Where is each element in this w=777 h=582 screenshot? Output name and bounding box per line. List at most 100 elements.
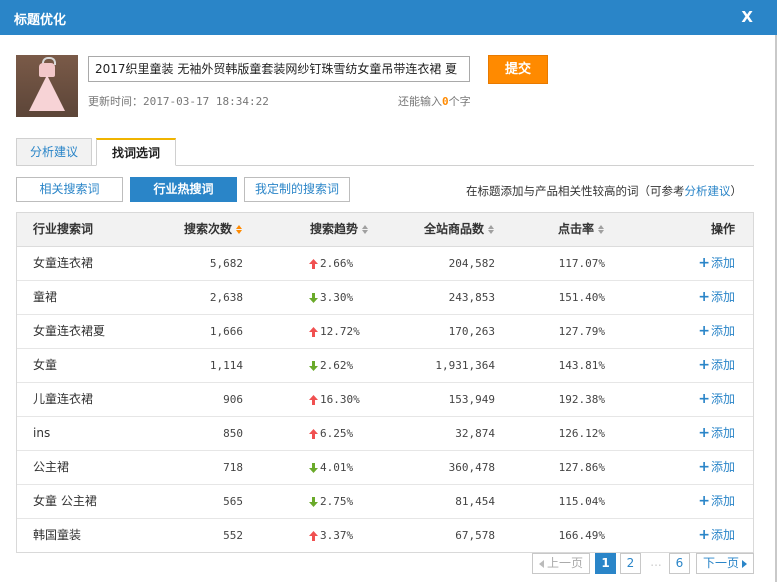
table-body: 女童连衣裙 5,682 2.66% 204,582 117.07% +添加 童裙 2,638 3… <box>17 247 753 552</box>
items-cell: 170,263 <box>448 325 495 338</box>
ctr-cell: 151.40% <box>558 291 605 304</box>
add-keyword-button[interactable]: +添加 <box>698 451 735 484</box>
trend-cell: 6.25% <box>309 417 353 450</box>
hint-text: 在标题添加与产品相关性较高的词（可参考分析建议） <box>466 184 742 198</box>
add-keyword-button[interactable]: +添加 <box>698 485 735 518</box>
update-time: 更新时间：2017-03-17 18:34:22 <box>88 95 269 108</box>
table-header: 行业搜索词 搜索次数 搜索趋势 全站商品数 点击率 操作 <box>17 213 753 247</box>
items-cell: 81,454 <box>455 495 495 508</box>
arrow-up-icon <box>309 528 320 542</box>
ctr-cell: 117.07% <box>558 257 605 270</box>
search-count-cell: 718 <box>223 461 243 474</box>
arrow-down-icon <box>309 494 320 508</box>
table-row: 女童连衣裙 5,682 2.66% 204,582 117.07% +添加 <box>17 247 753 281</box>
search-count-cell: 5,682 <box>209 257 243 270</box>
header-search-count[interactable]: 搜索次数 <box>184 213 243 246</box>
sort-icon[interactable] <box>488 225 495 234</box>
tab-keyword-select[interactable]: 找词选词 <box>96 138 176 166</box>
keyword-cell: 公主裙 <box>33 460 70 474</box>
subtab-industry-hot[interactable]: 行业热搜词 <box>130 177 237 202</box>
add-keyword-button[interactable]: +添加 <box>698 247 735 280</box>
search-count-cell: 1,666 <box>209 325 243 338</box>
plus-icon: + <box>698 425 710 441</box>
trend-cell: 16.30% <box>309 383 360 416</box>
arrow-up-icon <box>309 256 320 270</box>
items-cell: 153,949 <box>448 393 495 406</box>
update-timestamp: 2017-03-17 18:34:22 <box>143 95 269 108</box>
ctr-cell: 126.12% <box>558 427 605 440</box>
analysis-link[interactable]: 分析建议 <box>685 184 731 198</box>
subtab-related-search[interactable]: 相关搜索词 <box>16 177 123 202</box>
plus-icon: + <box>698 391 710 407</box>
page-2-button[interactable]: 2 <box>620 553 641 574</box>
ctr-cell: 143.81% <box>558 359 605 372</box>
search-count-cell: 850 <box>223 427 243 440</box>
ctr-cell: 127.79% <box>558 325 605 338</box>
table-row: 韩国童装 552 3.37% 67,578 166.49% +添加 <box>17 519 753 552</box>
header-ctr[interactable]: 点击率 <box>558 213 605 246</box>
dialog-titlebar: 标题优化 X <box>0 0 777 35</box>
trend-cell: 3.30% <box>309 281 353 314</box>
close-icon[interactable]: X <box>741 8 753 26</box>
tab-analysis[interactable]: 分析建议 <box>16 138 92 166</box>
header-operation: 操作 <box>710 222 735 236</box>
header-items[interactable]: 全站商品数 <box>424 213 495 246</box>
arrow-down-icon <box>309 290 320 304</box>
product-title-input[interactable]: 2017织里童装 无袖外贸韩版童套装网纱钉珠雪纺女童吊带连衣裙 夏 <box>88 56 470 82</box>
dialog-title: 标题优化 <box>14 13 67 28</box>
table-row: 女童 1,114 2.62% 1,931,364 143.81% +添加 <box>17 349 753 383</box>
items-cell: 67,578 <box>455 529 495 542</box>
header-keyword: 行业搜索词 <box>33 222 94 236</box>
arrow-up-icon <box>309 426 320 440</box>
arrow-down-icon <box>309 460 320 474</box>
add-keyword-button[interactable]: +添加 <box>698 315 735 348</box>
trend-cell: 3.37% <box>309 519 353 552</box>
arrow-up-icon <box>309 324 320 338</box>
keyword-cell: 韩国童装 <box>33 528 82 542</box>
page-ellipsis: ... <box>650 555 662 569</box>
plus-icon: + <box>698 459 710 475</box>
page-1-button[interactable]: 1 <box>595 553 616 574</box>
keyword-cell: 女童连衣裙夏 <box>33 324 106 338</box>
keyword-cell: 童裙 <box>33 290 58 304</box>
search-count-cell: 552 <box>223 529 243 542</box>
items-cell: 360,478 <box>448 461 495 474</box>
table-row: 童裙 2,638 3.30% 243,853 151.40% +添加 <box>17 281 753 315</box>
submit-button[interactable]: 提交 <box>488 55 548 84</box>
table-row: 女童 公主裙 565 2.75% 81,454 115.04% +添加 <box>17 485 753 519</box>
sort-icon[interactable] <box>236 225 243 234</box>
arrow-down-icon <box>309 358 320 372</box>
table-row: 儿童连衣裙 906 16.30% 153,949 192.38% +添加 <box>17 383 753 417</box>
plus-icon: + <box>698 357 710 373</box>
table-row: ins 850 6.25% 32,874 126.12% +添加 <box>17 417 753 451</box>
add-keyword-button[interactable]: +添加 <box>698 519 735 552</box>
items-cell: 1,931,364 <box>435 359 495 372</box>
table-row: 女童连衣裙夏 1,666 12.72% 170,263 127.79% +添加 <box>17 315 753 349</box>
ctr-cell: 127.86% <box>558 461 605 474</box>
add-keyword-button[interactable]: +添加 <box>698 349 735 382</box>
search-count-cell: 906 <box>223 393 243 406</box>
table-row: 公主裙 718 4.01% 360,478 127.86% +添加 <box>17 451 753 485</box>
subtab-custom-search[interactable]: 我定制的搜索词 <box>244 177 350 202</box>
keyword-cell: 女童 <box>33 358 58 372</box>
plus-icon: + <box>698 289 710 305</box>
sort-icon[interactable] <box>598 225 605 234</box>
chevron-right-icon <box>742 559 747 568</box>
next-page-button[interactable]: 下一页 <box>696 553 754 574</box>
header-trend[interactable]: 搜索趋势 <box>310 213 369 246</box>
sort-icon[interactable] <box>362 225 369 234</box>
search-count-cell: 565 <box>223 495 243 508</box>
add-keyword-button[interactable]: +添加 <box>698 383 735 416</box>
page-6-button[interactable]: 6 <box>669 553 690 574</box>
keyword-cell: ins <box>33 426 51 440</box>
search-count-cell: 1,114 <box>209 359 243 372</box>
add-keyword-button[interactable]: +添加 <box>698 281 735 314</box>
search-count-cell: 2,638 <box>209 291 243 304</box>
prev-page-button[interactable]: 上一页 <box>532 553 590 574</box>
plus-icon: + <box>698 493 710 509</box>
add-keyword-button[interactable]: +添加 <box>698 417 735 450</box>
ctr-cell: 192.38% <box>558 393 605 406</box>
plus-icon: + <box>698 323 710 339</box>
chevron-left-icon <box>538 559 544 568</box>
remaining-chars: 还能输入0个字 <box>398 95 471 108</box>
